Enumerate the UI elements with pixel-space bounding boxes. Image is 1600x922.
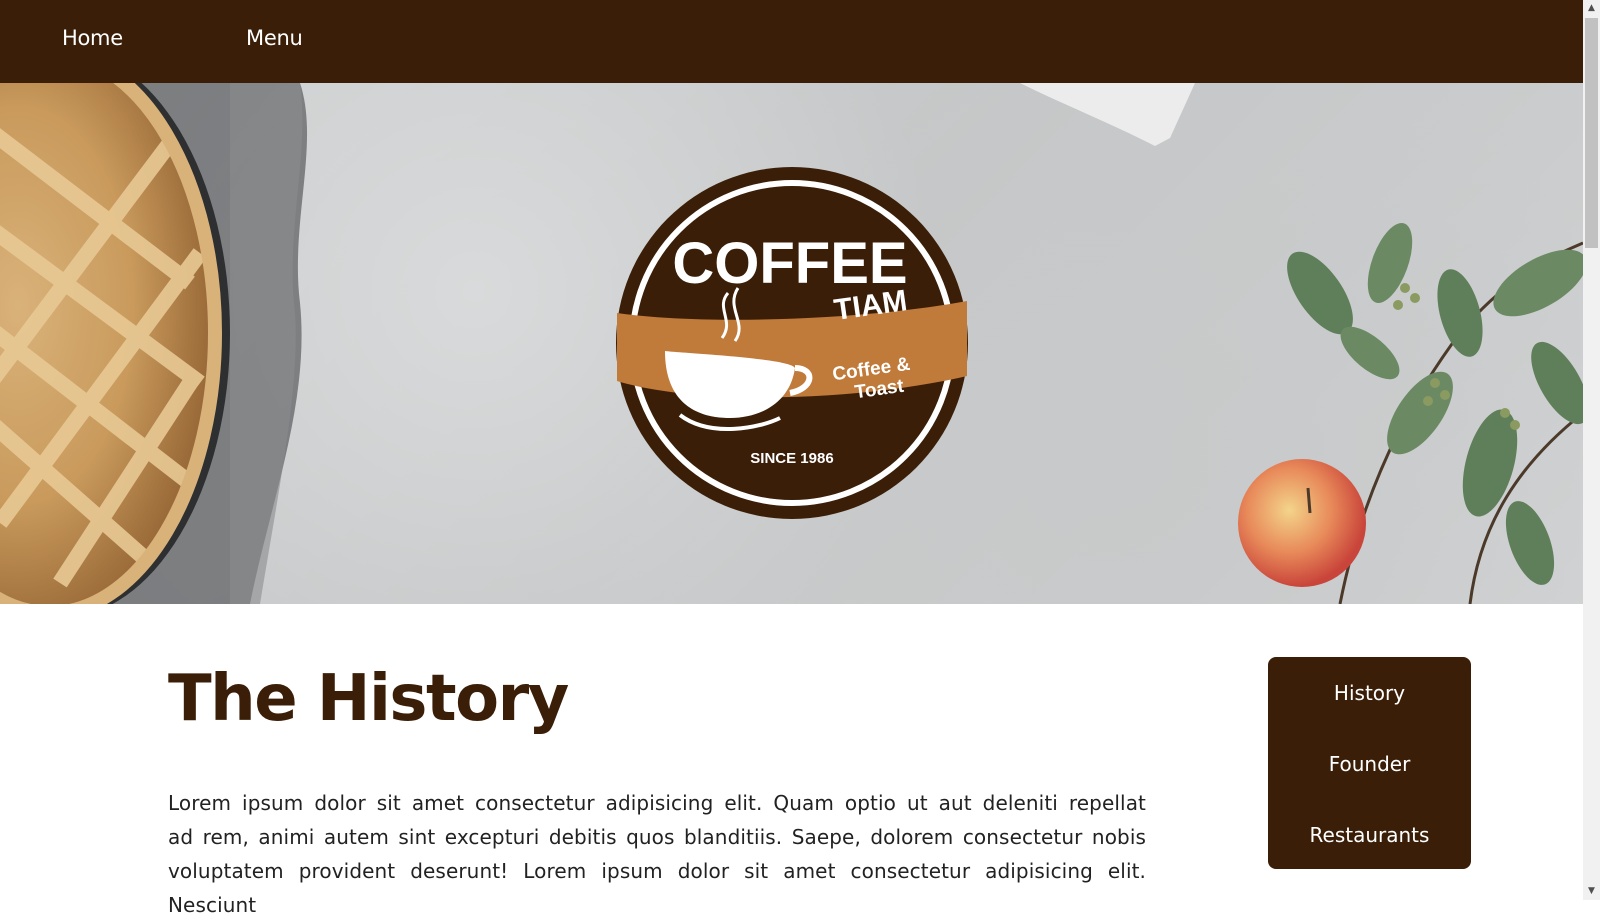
history-heading: The History xyxy=(168,662,569,736)
logo-since: SINCE 1986 xyxy=(750,450,833,467)
section-side-menu: History Founder Restaurants xyxy=(1268,657,1471,869)
top-navbar: Home Menu xyxy=(0,0,1583,83)
scroll-up-arrow-icon[interactable]: ▲ xyxy=(1583,0,1600,17)
nav-home-link[interactable]: Home xyxy=(62,26,123,50)
history-paragraph: Lorem ipsum dolor sit amet consectetur a… xyxy=(168,791,1146,917)
scroll-down-arrow-icon[interactable]: ▼ xyxy=(1583,883,1600,900)
hero-illustration: COFFEE TIAM Coffee & Toast SINCE 1986 xyxy=(0,83,1583,604)
hero-banner: COFFEE TIAM Coffee & Toast SINCE 1986 xyxy=(0,83,1583,604)
coffee-tiam-logo: COFFEE TIAM Coffee & Toast SINCE 1986 xyxy=(616,167,968,519)
side-menu-founder-link[interactable]: Founder xyxy=(1268,752,1471,776)
page-scrollbar[interactable]: ▲ ▼ xyxy=(1583,0,1600,900)
side-menu-history-link[interactable]: History xyxy=(1268,681,1471,705)
logo-title: COFFEE xyxy=(672,231,907,296)
napkin-shape xyxy=(1020,83,1195,146)
nav-menu-link[interactable]: Menu xyxy=(246,26,303,50)
scroll-thumb[interactable] xyxy=(1585,18,1598,248)
side-menu-restaurants-link[interactable]: Restaurants xyxy=(1268,823,1471,847)
apple-image xyxy=(1238,459,1366,587)
